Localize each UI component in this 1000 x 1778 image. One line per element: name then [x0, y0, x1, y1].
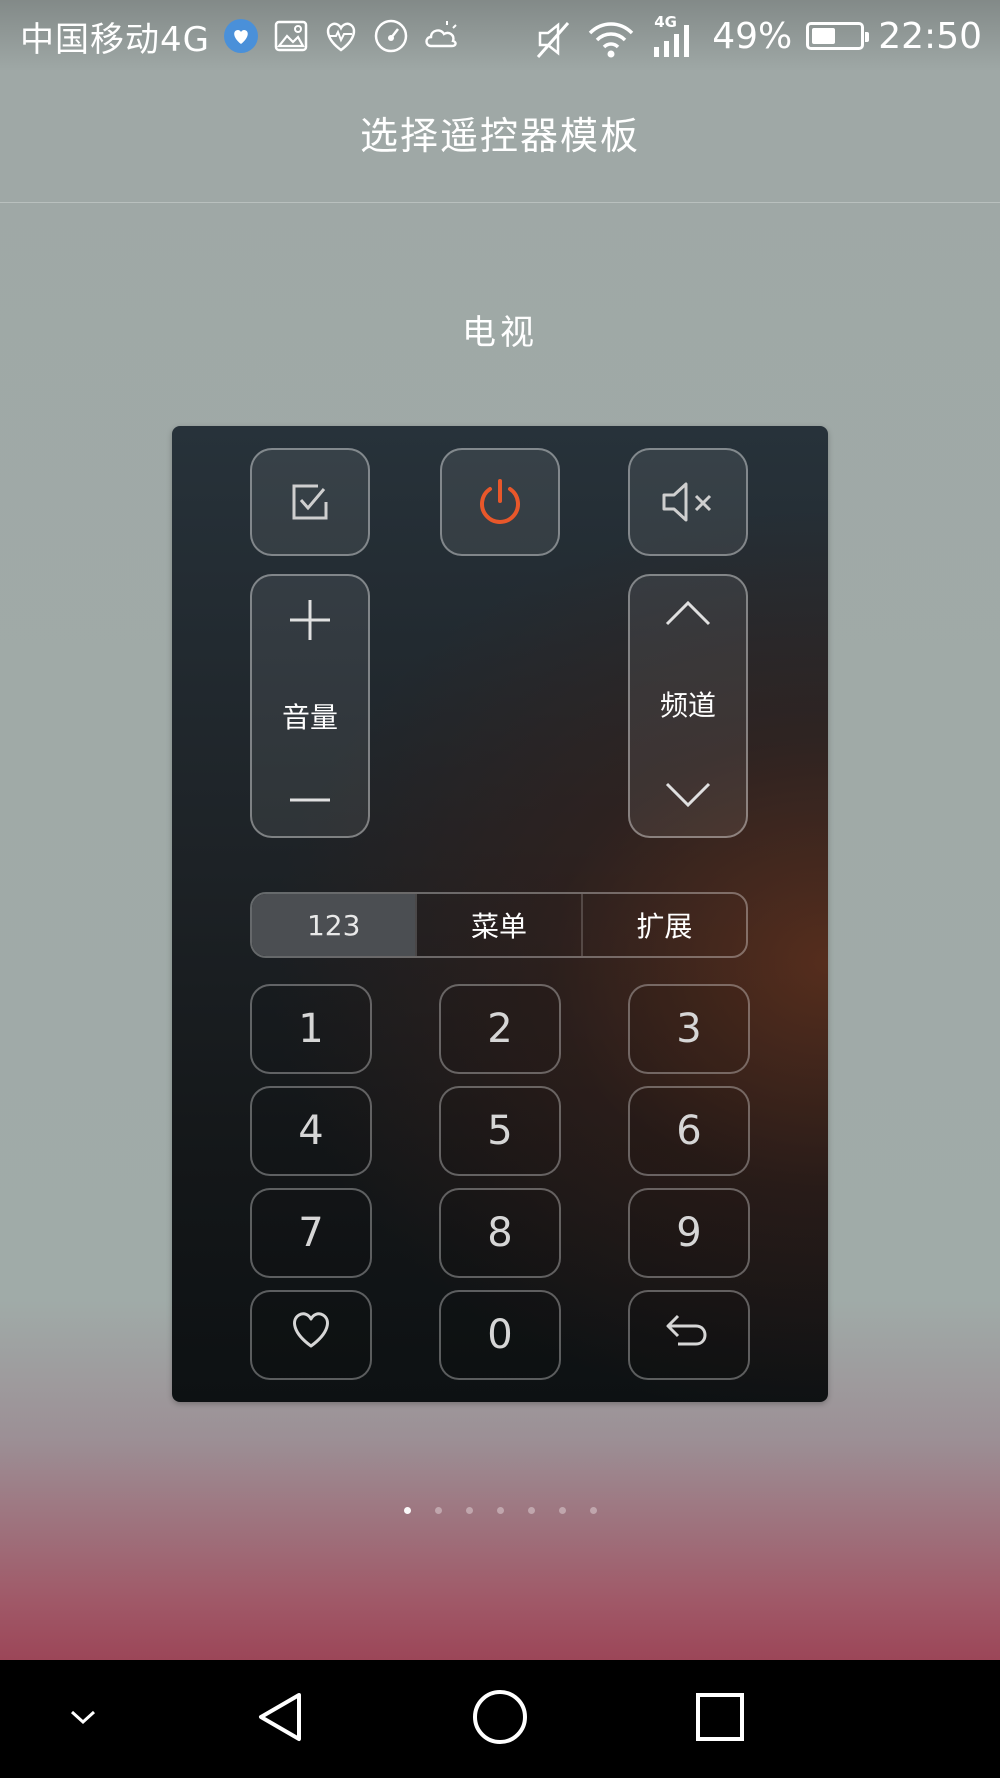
status-bar-right: 4G 49% 22:50	[534, 12, 982, 60]
nav-home-button[interactable]	[450, 1660, 550, 1778]
tab-123[interactable]: 123	[252, 894, 416, 956]
signal-icon: 4G	[650, 13, 698, 57]
key-2[interactable]: 2	[439, 984, 561, 1074]
channel-up-icon[interactable]	[664, 598, 712, 628]
power-button[interactable]	[440, 448, 560, 556]
navigation-bar	[0, 1660, 1000, 1778]
heart-icon	[289, 1310, 333, 1360]
page-dot	[465, 1507, 473, 1514]
key-0[interactable]: 0	[439, 1290, 561, 1380]
volume-up-icon[interactable]	[288, 598, 332, 642]
nav-recents-button[interactable]	[670, 1660, 770, 1778]
favorite-button[interactable]	[250, 1290, 372, 1380]
page-dot	[403, 1507, 411, 1514]
page-dot	[496, 1507, 504, 1514]
back-arrow-icon	[664, 1310, 714, 1360]
channel-down-icon[interactable]	[664, 780, 712, 810]
volume-down-icon[interactable]	[288, 790, 332, 810]
channel-label: 频道	[659, 689, 716, 722]
key-1[interactable]: 1	[250, 984, 372, 1074]
key-7[interactable]: 7	[250, 1188, 372, 1278]
battery-percent: 49%	[712, 15, 793, 57]
remote-template-card[interactable]: 音量 频道 123 菜单 扩展 1 2 3 4 5 6 7 8 9 0	[172, 426, 828, 1402]
page-dot	[589, 1507, 597, 1514]
tab-extend[interactable]: 扩展	[580, 894, 746, 956]
heart-rate-icon	[322, 17, 360, 55]
mute-icon	[658, 478, 718, 526]
key-3[interactable]: 3	[628, 984, 750, 1074]
carrier-label: 中国移动4G	[20, 19, 210, 60]
keypad-tabs: 123 菜单 扩展	[250, 892, 748, 958]
image-icon	[272, 17, 310, 55]
battery-fill	[812, 28, 836, 44]
weather-icon	[422, 17, 460, 55]
mute-icon	[534, 17, 572, 58]
mute-button[interactable]	[628, 448, 748, 556]
page-dot	[558, 1507, 566, 1514]
back-icon	[253, 1689, 307, 1749]
template-name: 电视	[462, 313, 538, 353]
chevron-down-icon	[68, 1707, 98, 1731]
ok-button[interactable]	[250, 448, 370, 556]
key-5[interactable]: 5	[439, 1086, 561, 1176]
battery-icon	[806, 22, 870, 50]
key-9[interactable]: 9	[628, 1188, 750, 1278]
page-indicator	[0, 1507, 1000, 1514]
volume-label: 音量	[281, 701, 338, 734]
page-title: 选择遥控器模板	[359, 114, 640, 158]
clock: 22:50	[878, 15, 982, 57]
network-type-label: 4G	[654, 13, 677, 31]
home-icon	[471, 1688, 529, 1750]
back-button[interactable]	[628, 1290, 750, 1380]
key-8[interactable]: 8	[439, 1188, 561, 1278]
page-dot	[527, 1507, 535, 1514]
tab-menu[interactable]: 菜单	[415, 894, 580, 956]
health-app-icon	[222, 17, 260, 55]
speedometer-icon	[372, 17, 410, 55]
power-icon	[475, 477, 525, 527]
wifi-icon	[586, 17, 636, 58]
status-bar-left: 中国移动4G	[20, 14, 460, 60]
header-divider	[0, 202, 1000, 203]
key-6[interactable]: 6	[628, 1086, 750, 1176]
checkbox-icon	[288, 480, 332, 524]
key-4[interactable]: 4	[250, 1086, 372, 1176]
collapse-button[interactable]	[40, 1660, 126, 1778]
page-dot	[434, 1507, 442, 1514]
volume-rocker: 音量	[250, 574, 370, 838]
channel-rocker: 频道	[628, 574, 748, 838]
nav-back-button[interactable]	[230, 1660, 330, 1778]
recents-icon	[694, 1691, 746, 1747]
status-bar: 中国移动4G 4G 49% 22:50	[0, 0, 1000, 72]
